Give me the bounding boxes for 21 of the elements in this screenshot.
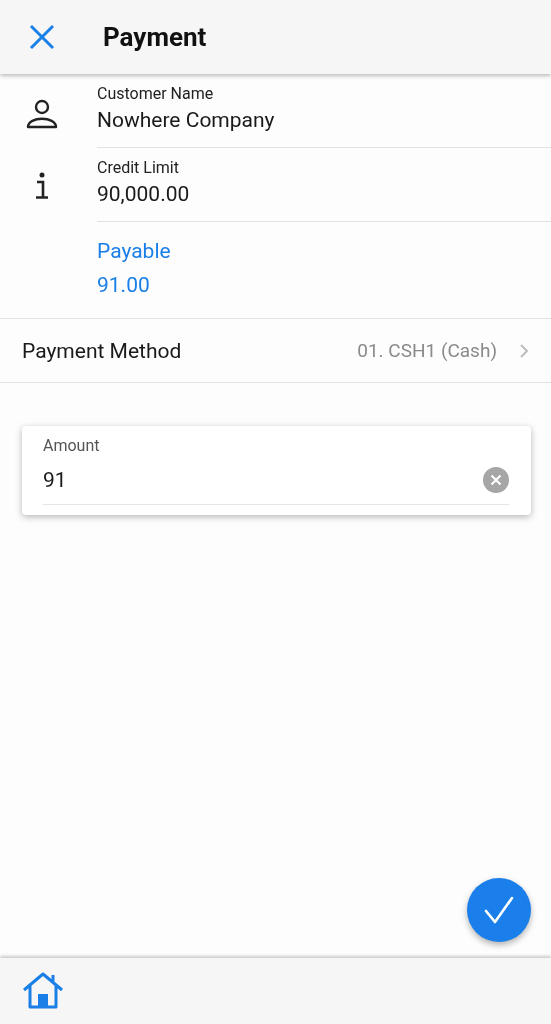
field-value: 90,000.00: [97, 181, 191, 208]
home-button[interactable]: [22, 972, 64, 1010]
field-label: Payable: [97, 238, 172, 265]
home-icon: [22, 972, 64, 1010]
chevron-right-icon: [519, 342, 529, 359]
clear-button[interactable]: [483, 467, 509, 493]
close-icon: [29, 24, 55, 50]
amount-field[interactable]: 91: [43, 468, 483, 492]
payment-method-row[interactable]: Payment Method 01. CSH1 (Cash): [0, 319, 551, 383]
info-icon: [34, 172, 50, 200]
field-label: Credit Limit: [97, 158, 180, 178]
person-icon: [26, 98, 58, 130]
field-value: Nowhere Company: [97, 107, 276, 134]
screen-title: Payment: [103, 22, 207, 52]
close-button[interactable]: [29, 24, 55, 50]
checkmark-icon: [484, 895, 514, 925]
field-label: Customer Name: [97, 84, 215, 104]
field-label: Amount: [43, 436, 101, 456]
confirm-button[interactable]: [467, 878, 531, 942]
clear-icon: [483, 467, 509, 493]
field-value: 91.00: [97, 272, 151, 299]
